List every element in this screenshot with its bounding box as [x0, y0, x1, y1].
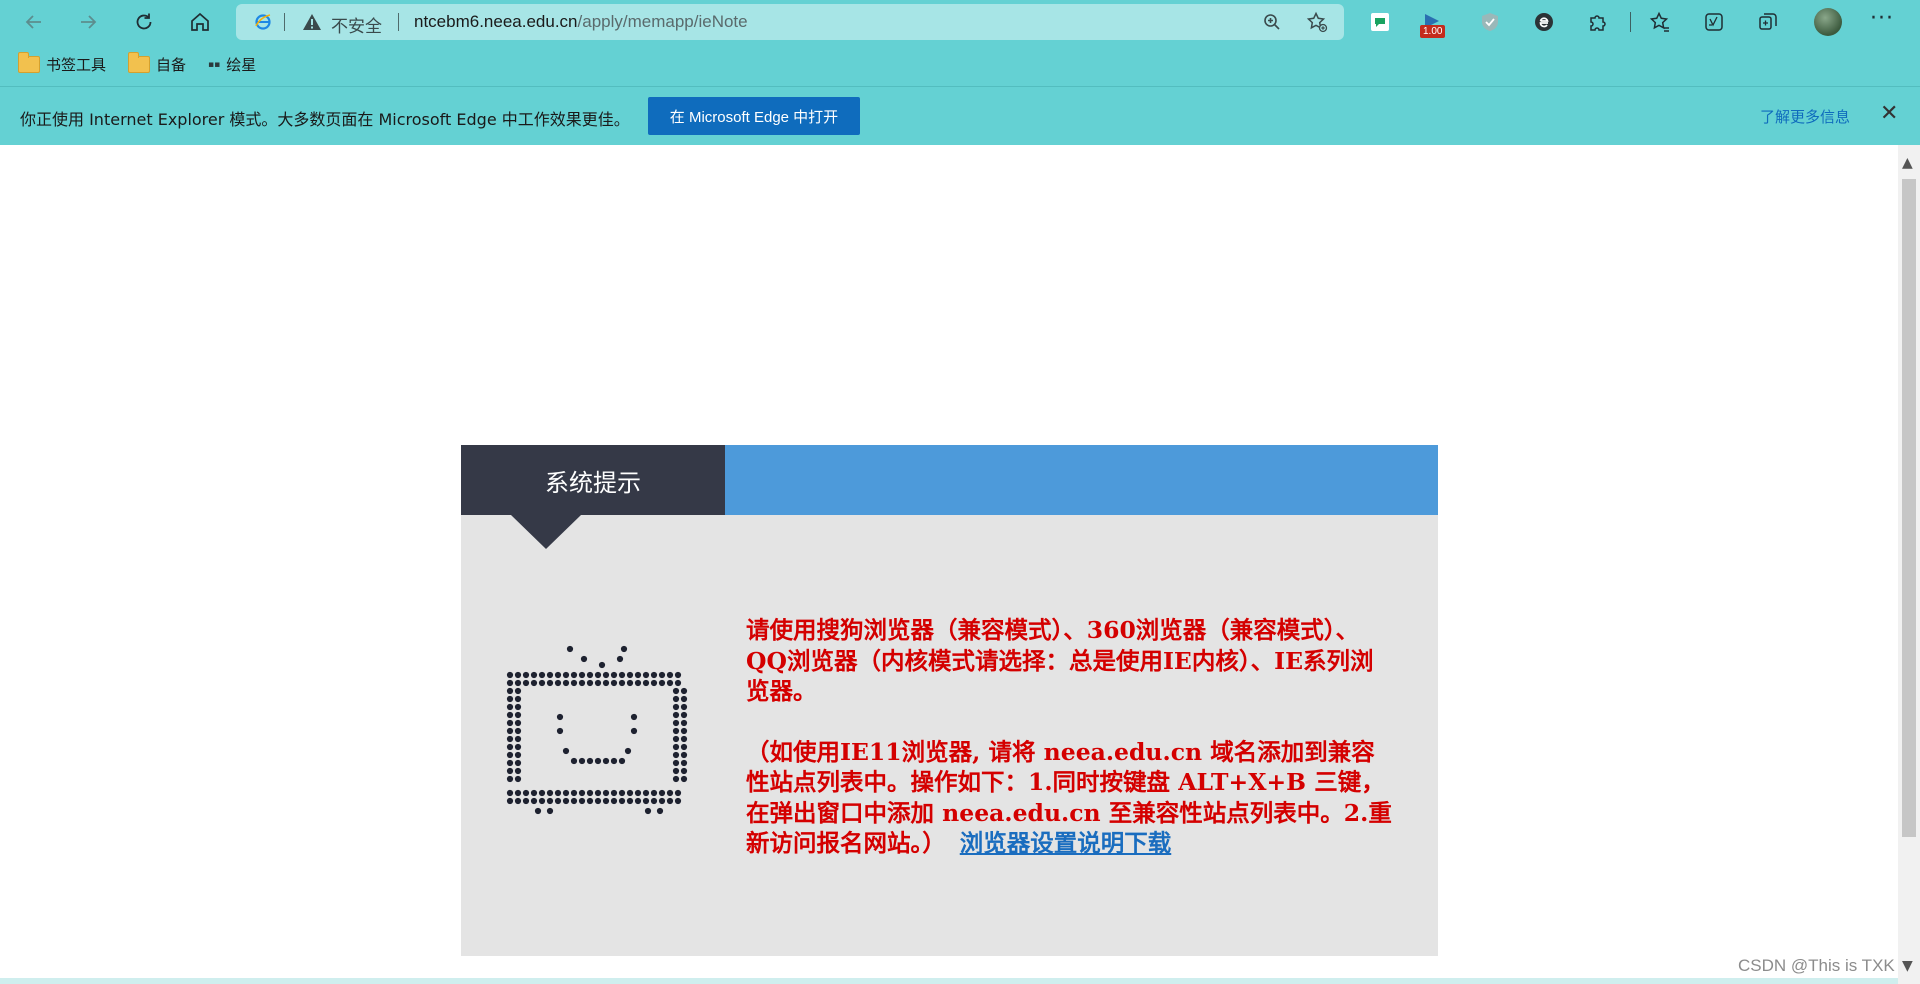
home-icon	[191, 12, 209, 31]
watermark: CSDN @This is TXK	[1738, 956, 1895, 975]
collections-icon[interactable]	[1754, 8, 1782, 36]
toolbar-divider	[1630, 12, 1631, 32]
profile-avatar[interactable]	[1814, 8, 1842, 36]
folder-icon	[18, 52, 40, 73]
warning-icon[interactable]	[302, 12, 322, 36]
panel-title: 系统提示	[461, 445, 725, 515]
home-button[interactable]	[182, 6, 218, 38]
ie-mode-infobar: 你正使用 Internet Explorer 模式。大多数页面在 Microso…	[0, 86, 1920, 146]
bookmark-folder-tools[interactable]: 书签工具	[18, 52, 107, 75]
ie-mode-icon[interactable]	[254, 13, 272, 35]
site-icon: ▪▪	[208, 59, 221, 70]
browser-settings-download-link[interactable]: 浏览器设置说明下载	[960, 829, 1172, 857]
bookmark-label: 自备	[156, 56, 187, 74]
security-status[interactable]: 不安全	[331, 12, 382, 37]
close-infobar-icon[interactable]: ✕	[1880, 101, 1898, 126]
divider	[398, 13, 399, 31]
url-host: ntcebm6.neea.edu.cn	[414, 12, 578, 31]
speed-badge: 1.00	[1420, 25, 1446, 38]
tv-icon	[506, 645, 688, 815]
browser-toolbar: 不安全 ntcebm6.neea.edu.cn/apply/memapp/ieN…	[0, 0, 1920, 44]
refresh-icon	[136, 13, 152, 30]
page-scrollbar[interactable]: ▲ ▼	[1898, 145, 1920, 984]
notice-paragraph-1: 请使用搜狗浏览器（兼容模式）、360浏览器（兼容模式）、QQ浏览器（内核模式请选…	[746, 616, 1374, 705]
back-button[interactable]	[16, 6, 52, 38]
learn-more-link[interactable]: 了解更多信息	[1760, 106, 1850, 127]
scroll-down-icon[interactable]: ▼	[1902, 958, 1913, 974]
page-content: 系统提示 请使用搜狗浏览器（兼容模式）、360浏览器（兼容模式）、QQ浏览器（内…	[0, 145, 1898, 984]
refresh-button[interactable]	[126, 6, 162, 38]
extension-e-icon[interactable]	[1530, 8, 1558, 36]
forward-arrow-icon	[81, 15, 97, 29]
divider	[284, 13, 285, 31]
bookmark-folder-self[interactable]: 自备	[128, 52, 187, 75]
forward-button[interactable]	[70, 6, 106, 38]
extension-chat-icon[interactable]	[1366, 8, 1394, 36]
address-bar[interactable]: 不安全 ntcebm6.neea.edu.cn/apply/memapp/ieN…	[236, 4, 1344, 40]
zoom-icon[interactable]	[1262, 12, 1282, 36]
bookmark-site-huixing[interactable]: ▪▪ 绘星	[208, 54, 256, 75]
open-in-edge-button[interactable]: 在 Microsoft Edge 中打开	[648, 97, 860, 135]
bookmarks-bar: 书签工具 自备 ▪▪ 绘星	[0, 44, 1920, 86]
url-path: /apply/memapp/ieNote	[577, 12, 748, 31]
add-favorite-icon[interactable]	[1306, 11, 1328, 37]
favorites-icon[interactable]	[1646, 8, 1674, 36]
bookmark-label: 书签工具	[46, 56, 107, 74]
notice-text: 请使用搜狗浏览器（兼容模式）、360浏览器（兼容模式）、QQ浏览器（内核模式请选…	[746, 615, 1392, 859]
folder-icon	[128, 52, 150, 73]
url-text[interactable]: ntcebm6.neea.edu.cn/apply/memapp/ieNote	[414, 12, 748, 32]
extensions-puzzle-icon[interactable]	[1584, 8, 1612, 36]
notice-paragraph-2: （如使用IE11浏览器, 请将 neea.edu.cn 域名添加到兼容性站点列表…	[746, 737, 1392, 859]
bottom-strip	[0, 978, 1898, 984]
scrollbar-thumb[interactable]	[1902, 179, 1916, 837]
bookmark-label: 绘星	[226, 56, 257, 74]
math-solver-icon[interactable]	[1700, 8, 1728, 36]
back-arrow-icon	[25, 15, 41, 29]
ie-mode-message: 你正使用 Internet Explorer 模式。大多数页面在 Microso…	[20, 110, 630, 129]
notice-panel: 系统提示 请使用搜狗浏览器（兼容模式）、360浏览器（兼容模式）、QQ浏览器（内…	[461, 445, 1438, 956]
extension-shield-icon[interactable]	[1476, 8, 1504, 36]
title-notch	[511, 515, 581, 549]
more-menu-icon[interactable]: ···	[1870, 6, 1894, 31]
scroll-up-icon[interactable]: ▲	[1902, 155, 1913, 171]
